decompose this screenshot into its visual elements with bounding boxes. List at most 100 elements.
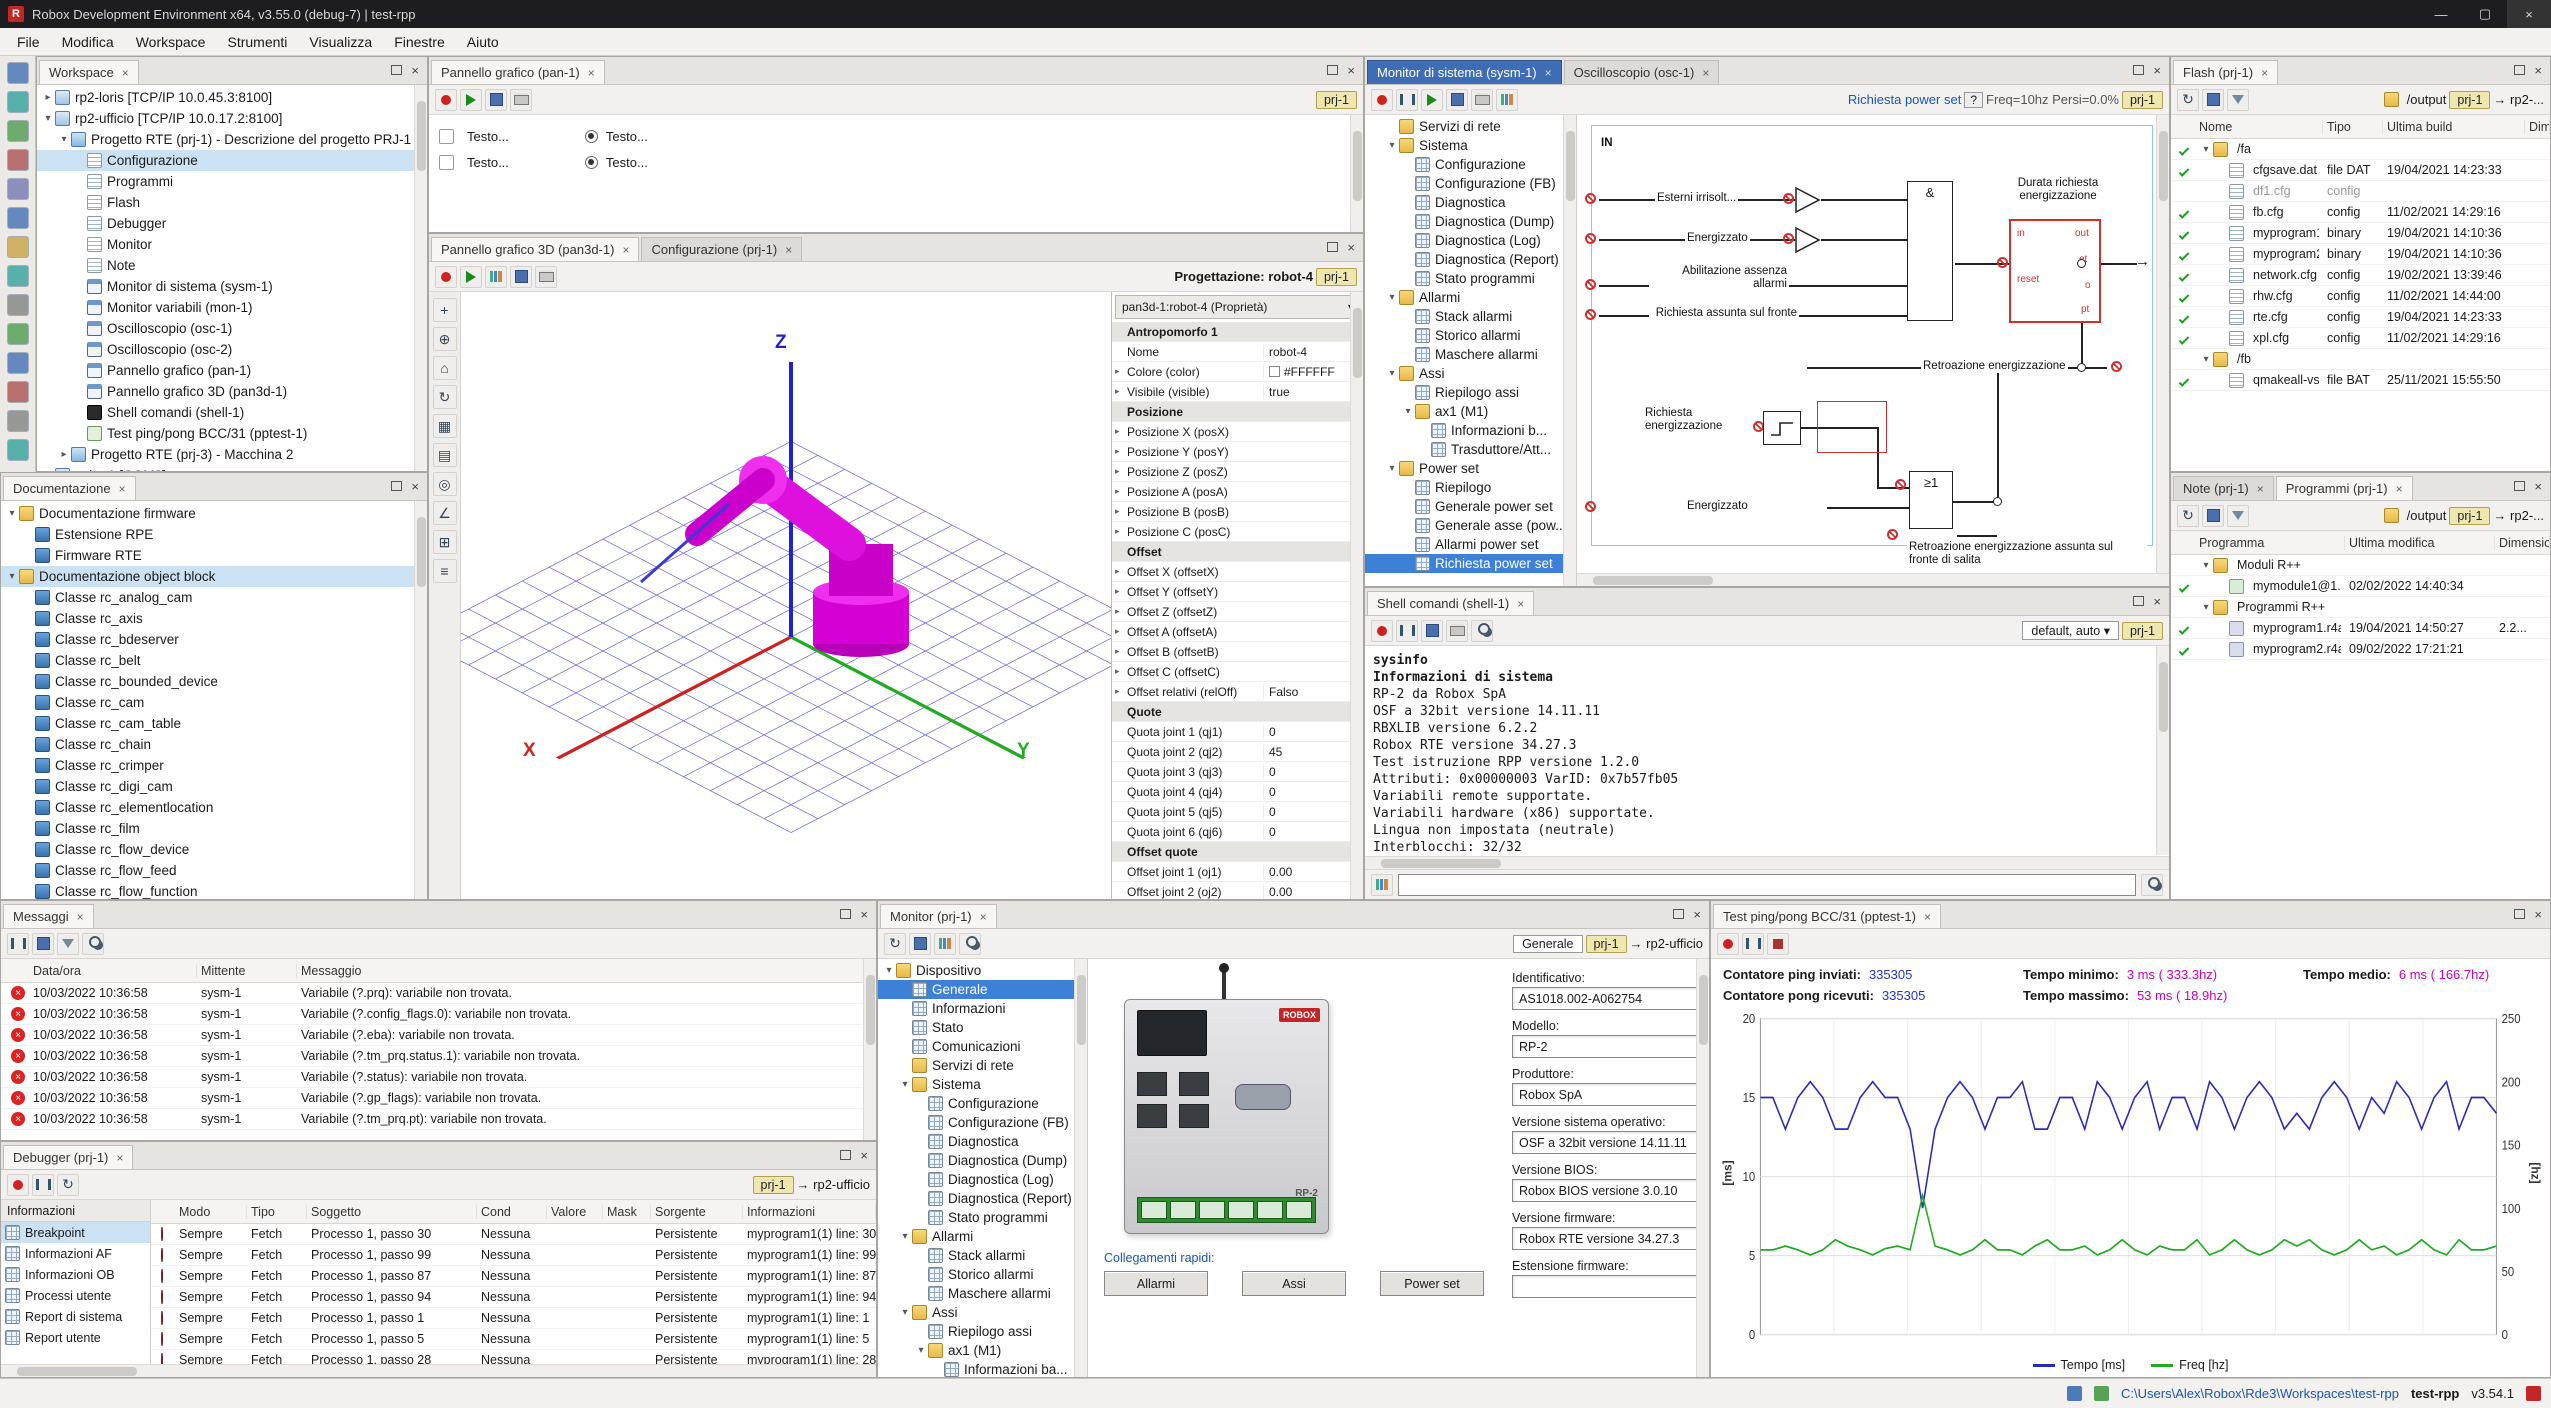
tree-item[interactable]: Maschere allarmi <box>1365 345 1563 364</box>
output-path[interactable]: /output <box>2407 508 2447 523</box>
property-row[interactable]: Quota joint 3 (qj3) 0 <box>1112 762 1350 782</box>
tree-item[interactable]: Classe rc_chain <box>1 734 414 755</box>
save-icon[interactable] <box>510 266 532 288</box>
tree-item[interactable]: Diagnostica (Report) <box>878 1189 1074 1208</box>
page-link[interactable]: Richiesta power set <box>1848 92 1961 107</box>
rotate-icon[interactable]: ↻ <box>433 385 457 409</box>
panel-float-icon[interactable] <box>2133 65 2144 75</box>
dock-tool-icon[interactable] <box>7 439 29 461</box>
tab[interactable]: Shell comandi (shell-1) <box>1367 591 1534 615</box>
tree-item[interactable]: Generale power set <box>1365 497 1563 516</box>
tab-close-icon[interactable] <box>1545 65 1552 80</box>
panel-float-icon[interactable] <box>2514 481 2525 491</box>
tree-item[interactable]: Servizi di rete <box>1365 117 1563 136</box>
refresh-icon[interactable]: ↻ <box>57 1174 79 1196</box>
property-row[interactable]: Quota joint 1 (qj1) 0 <box>1112 722 1350 742</box>
menu-item[interactable]: Modifica <box>51 31 125 53</box>
tab-close-icon[interactable] <box>116 1150 123 1165</box>
tree-item[interactable]: Riepilogo assi <box>878 1322 1074 1341</box>
breakpoint-row[interactable]: SempreFetchProcesso 1, passo 30NessunaPe… <box>151 1224 876 1245</box>
quick-link-button[interactable]: Assi <box>1242 1271 1346 1296</box>
tree-item[interactable]: Classe rc_flow_device <box>1 839 414 860</box>
tree-item[interactable]: ▾Allarmi <box>1365 288 1563 307</box>
tree-item[interactable]: Classe rc_cam <box>1 692 414 713</box>
Moduli R++[interactable]: ▾Moduli R++ <box>2171 555 2550 576</box>
tab-close-icon[interactable] <box>2396 481 2403 496</box>
print-icon[interactable] <box>510 89 532 111</box>
tree-item[interactable]: Informazioni ba... <box>878 1360 1074 1377</box>
tree-item[interactable]: Diagnostica (Dump) <box>1365 212 1563 231</box>
panel-close-icon[interactable] <box>1693 906 1701 922</box>
tree-item[interactable]: ▾Sistema <box>878 1075 1074 1094</box>
panel-float-icon[interactable] <box>2514 909 2525 919</box>
tree-item[interactable]: Riepilogo assi <box>1365 383 1563 402</box>
tree-item[interactable]: Monitor variabili (mon-1) <box>37 297 414 318</box>
property-row[interactable]: ▸ Colore (color) #FFFFFF <box>1112 362 1350 382</box>
status-icon[interactable] <box>2094 1386 2109 1401</box>
print-icon[interactable] <box>535 266 557 288</box>
table-header[interactable]: ModoTipoSoggettoCondValoreMaskSorgenteIn… <box>151 1200 876 1224</box>
table-header[interactable]: ProgrammaUltima modificaDimensio... <box>2171 531 2550 555</box>
status-icon[interactable] <box>2067 1386 2082 1401</box>
scrollbar[interactable] <box>1365 856 2169 869</box>
tree-item[interactable]: ▾Documentazione object block <box>1 566 414 587</box>
tab-close-icon[interactable] <box>588 65 595 80</box>
info-list-item[interactable]: Informazioni AF <box>1 1243 150 1264</box>
save-icon[interactable] <box>909 933 931 955</box>
tab[interactable]: Monitor (prj-1) <box>880 904 997 928</box>
tab[interactable]: Workspace <box>39 60 139 84</box>
message-row[interactable]: 10/03/2022 10:36:58sysm-1Variabile (?.gp… <box>1 1088 863 1109</box>
radio-button[interactable] <box>585 156 598 169</box>
/fa[interactable]: ▾/fa <box>2171 139 2550 160</box>
tree-item[interactable]: Diagnostica <box>878 1132 1074 1151</box>
tab[interactable]: Flash (prj-1) <box>2173 60 2278 84</box>
tree-item[interactable]: Classe rc_bounded_device <box>1 671 414 692</box>
save-icon[interactable] <box>32 933 54 955</box>
tree-item[interactable]: Configurazione <box>1365 155 1563 174</box>
tree-item[interactable]: Classe rc_flow_feed <box>1 860 414 881</box>
property-row[interactable]: ▸ Offset C (offsetC) <box>1112 662 1350 682</box>
tree-item[interactable]: Classe rc_digi_cam <box>1 776 414 797</box>
property-row[interactable]: Nome robot-4 <box>1112 342 1350 362</box>
tree-item[interactable]: ▾rp2-ufficio [TCP/IP 10.0.17.2:8100] <box>37 108 414 129</box>
3d-viewport[interactable]: X Y Z <box>461 292 1111 899</box>
tree-item[interactable]: Classe rc_flow_function <box>1 881 414 899</box>
scrollbar[interactable] <box>1563 115 1576 586</box>
field-value-box[interactable]: RP-2 <box>1512 1035 1696 1058</box>
refresh-icon[interactable]: ↻ <box>2177 89 2199 111</box>
tree-item[interactable]: Note <box>37 255 414 276</box>
search-icon[interactable] <box>82 933 104 955</box>
property-row[interactable]: ▸ Offset Y (offsetY) <box>1112 582 1350 602</box>
pause-icon[interactable] <box>32 1174 54 1196</box>
property-row[interactable]: ▸ Offset A (offsetA) <box>1112 622 1350 642</box>
panel-close-icon[interactable] <box>1347 239 1355 255</box>
search-icon[interactable] <box>2141 874 2163 896</box>
breakpoint-row[interactable]: SempreFetchProcesso 1, passo 5NessunaPer… <box>151 1329 876 1350</box>
breakpoint-row[interactable]: SempreFetchProcesso 1, passo 99NessunaPe… <box>151 1245 876 1266</box>
close-button[interactable]: × <box>2507 0 2551 28</box>
tree-item[interactable]: Configurazione <box>878 1094 1074 1113</box>
property-row[interactable]: ▸ Posizione A (posA) <box>1112 482 1350 502</box>
panel-float-icon[interactable] <box>840 1150 851 1160</box>
property-row[interactable]: ▸ Visibile (visible) true <box>1112 382 1350 402</box>
tree-item[interactable]: Storico allarmi <box>1365 326 1563 345</box>
tree-item[interactable]: Diagnostica (Log) <box>878 1170 1074 1189</box>
tree-item[interactable]: Classe rc_bdeserver <box>1 629 414 650</box>
tree-item[interactable]: Monitor <box>37 234 414 255</box>
refresh-icon[interactable]: ↻ <box>2177 505 2199 527</box>
myprogram2.r4a[interactable]: myprogram2.r4a binary19/04/2021 14:10:36 <box>2171 244 2550 265</box>
rhw.cfg[interactable]: rhw.cfg config11/02/2021 14:44:00 <box>2171 286 2550 307</box>
myprogram1.r4a[interactable]: myprogram1.r4a 19/04/2021 14:50:272.2... <box>2171 618 2550 639</box>
info-list-item[interactable]: Breakpoint <box>1 1222 150 1243</box>
pause-icon[interactable] <box>1396 620 1418 642</box>
tree-item[interactable]: Stato programmi <box>1365 269 1563 288</box>
panel-float-icon[interactable] <box>1673 909 1684 919</box>
tree-item[interactable]: Classe rc_belt <box>1 650 414 671</box>
breakpoint-row[interactable]: SempreFetchProcesso 1, passo 28NessunaPe… <box>151 1350 876 1364</box>
tree-item[interactable]: Stato <box>878 1018 1074 1037</box>
field-value-box[interactable]: AS1018.002-A062754 <box>1512 987 1696 1010</box>
message-row[interactable]: 10/03/2022 10:36:58sysm-1Variabile (?.pr… <box>1 983 863 1004</box>
radio-button[interactable] <box>585 130 598 143</box>
tree-item[interactable]: Generale <box>878 980 1074 999</box>
scrollbar[interactable] <box>1350 292 1363 899</box>
